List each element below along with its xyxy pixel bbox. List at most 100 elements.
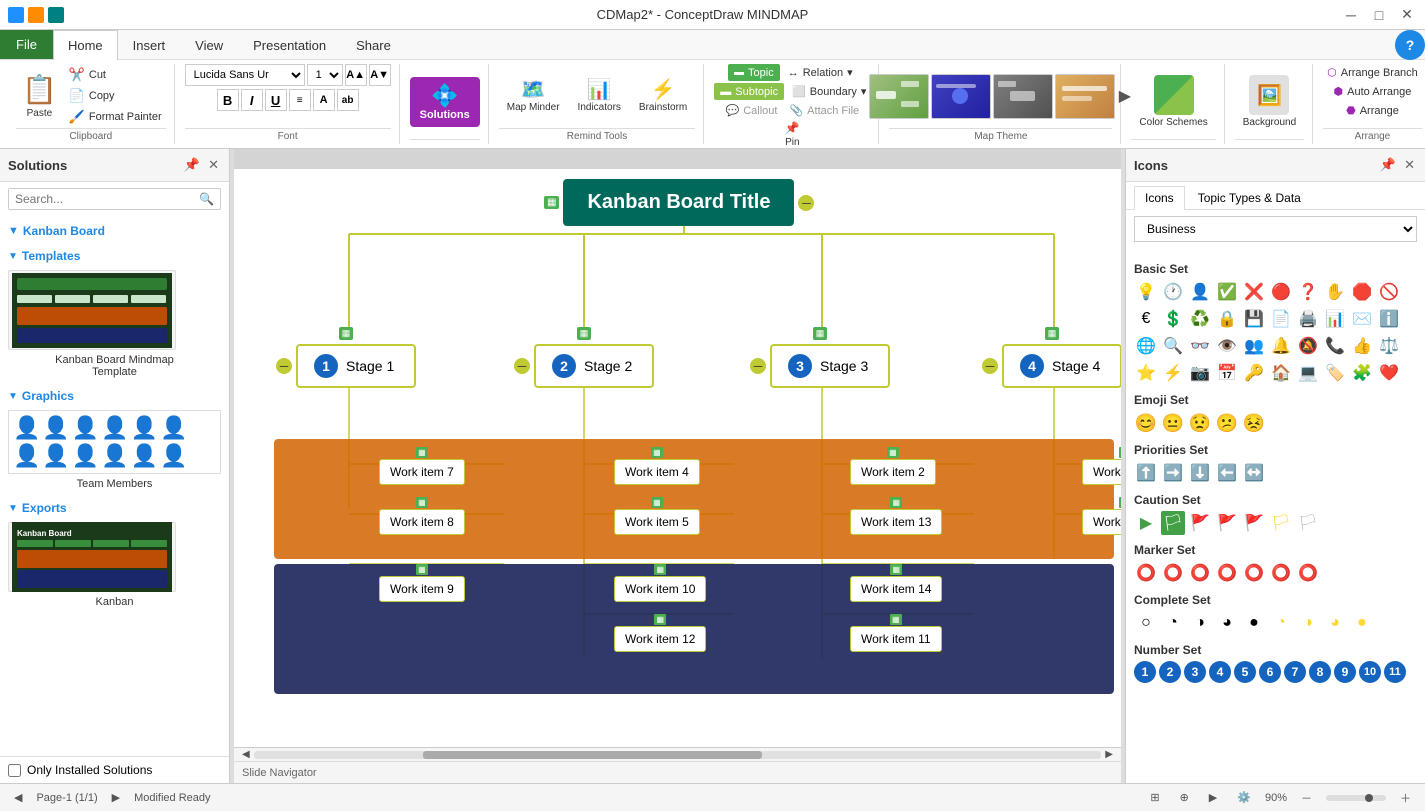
theme-thumb-4[interactable] bbox=[1055, 74, 1115, 119]
panel-pin-icon[interactable]: 📌 bbox=[182, 155, 202, 175]
icon-save[interactable]: 💾 bbox=[1242, 307, 1266, 331]
work-item-2-node[interactable]: ▦ Work item 2 bbox=[850, 447, 936, 485]
icon-clock[interactable]: 🕐 bbox=[1161, 280, 1185, 304]
icon-lock[interactable]: 🔒 bbox=[1215, 307, 1239, 331]
complete-0[interactable]: ○ bbox=[1134, 611, 1158, 635]
icon-bulb[interactable]: 💡 bbox=[1134, 280, 1158, 304]
minimize-button[interactable]: ─ bbox=[1341, 5, 1361, 25]
topic-button[interactable]: ▬ Topic bbox=[728, 64, 780, 81]
brainstorm-button[interactable]: ⚡ Brainstorm bbox=[631, 74, 695, 119]
network-button[interactable]: ⊕ bbox=[1174, 789, 1195, 806]
graphic-orange[interactable]: 👤 bbox=[42, 415, 69, 441]
kanban-board-section-header[interactable]: ▼ Kanban Board bbox=[0, 220, 229, 242]
emoji-happy[interactable]: 😊 bbox=[1134, 411, 1158, 435]
caution-1[interactable]: ▶ bbox=[1134, 511, 1158, 535]
icon-x[interactable]: ❌ bbox=[1242, 280, 1266, 304]
num-8[interactable]: 8 bbox=[1309, 661, 1331, 683]
graphic-gray[interactable]: 👤 bbox=[160, 443, 187, 469]
priority-up[interactable]: ⬆️ bbox=[1134, 461, 1158, 485]
font-size-select[interactable]: 14 bbox=[307, 64, 343, 86]
work-item-1-node[interactable]: ▦ Work item 1 bbox=[1082, 447, 1121, 485]
stage-3-node[interactable]: ▦ ─ 3 Stage 3 bbox=[750, 327, 890, 388]
play-button[interactable]: ▶ bbox=[1203, 789, 1223, 806]
next-page-button[interactable]: ▶ bbox=[106, 789, 126, 806]
icon-chart[interactable]: 📊 bbox=[1323, 307, 1347, 331]
work-item-14-node[interactable]: ▦ Work item 14 bbox=[850, 564, 942, 602]
tab-view[interactable]: View bbox=[180, 30, 238, 59]
tab-home[interactable]: Home bbox=[53, 30, 118, 60]
arrange-button[interactable]: ⬣ Arrange bbox=[1342, 102, 1403, 119]
graphic-pink[interactable]: 👤 bbox=[131, 443, 158, 469]
cut-button[interactable]: ✂️ Cut bbox=[65, 65, 166, 85]
caution-5[interactable]: 🚩 bbox=[1242, 511, 1266, 535]
zoom-slider-track[interactable] bbox=[1326, 795, 1386, 801]
complete-1[interactable]: ◔ bbox=[1161, 611, 1185, 635]
main-title-node[interactable]: ▦ Kanban Board Title ─ bbox=[544, 179, 814, 226]
background-button[interactable]: 🖼️ Background bbox=[1235, 69, 1304, 134]
kanban-export-thumb[interactable]: Kanban Board bbox=[8, 522, 176, 592]
num-7[interactable]: 7 bbox=[1284, 661, 1306, 683]
icon-info[interactable]: ℹ️ bbox=[1377, 307, 1401, 331]
icon-phone[interactable]: 📞 bbox=[1323, 334, 1347, 358]
close-button[interactable]: ✕ bbox=[1397, 5, 1417, 25]
graphic-deep-purple[interactable]: 👤 bbox=[72, 443, 99, 469]
tab-share[interactable]: Share bbox=[341, 30, 406, 59]
main-expand-button[interactable]: ─ bbox=[798, 195, 814, 211]
caution-2[interactable]: 🏳 bbox=[1161, 511, 1185, 535]
complete-4[interactable]: ● bbox=[1242, 611, 1266, 635]
icon-home[interactable]: 🏠 bbox=[1269, 361, 1293, 385]
icon-euro[interactable]: € bbox=[1134, 307, 1158, 331]
italic-button[interactable]: I bbox=[241, 89, 263, 111]
icon-computer[interactable]: 💻 bbox=[1296, 361, 1320, 385]
marker-1[interactable]: ⭕ bbox=[1134, 561, 1158, 585]
icon-glasses[interactable]: 👓 bbox=[1188, 334, 1212, 358]
icon-puzzle[interactable]: 🧩 bbox=[1350, 361, 1374, 385]
scroll-track-h[interactable] bbox=[254, 751, 1102, 759]
icon-no[interactable]: 🚫 bbox=[1377, 280, 1401, 304]
color-schemes-button[interactable]: Color Schemes bbox=[1131, 69, 1215, 134]
num-10[interactable]: 10 bbox=[1359, 661, 1381, 683]
tab-topic-types-data[interactable]: Topic Types & Data bbox=[1187, 186, 1312, 209]
indicators-button[interactable]: 📊 Indicators bbox=[570, 74, 629, 119]
help-button[interactable]: ? bbox=[1395, 30, 1425, 60]
icon-star[interactable]: ⭐ bbox=[1134, 361, 1158, 385]
marker-4[interactable]: ⭕ bbox=[1215, 561, 1239, 585]
num-11[interactable]: 11 bbox=[1384, 661, 1406, 683]
relation-button[interactable]: ↔ Relation▾ bbox=[784, 64, 857, 81]
prev-page-button[interactable]: ◀ bbox=[8, 789, 28, 806]
font-decrease-button[interactable]: A▼ bbox=[369, 64, 391, 86]
font-family-select[interactable]: Lucida Sans Ur bbox=[185, 64, 305, 86]
icon-key[interactable]: 🔑 bbox=[1242, 361, 1266, 385]
canvas-scroll[interactable]: Category 2 ▦ Kanban Board Title ─ ▦ ─ bbox=[234, 149, 1121, 747]
work-item-3-node[interactable]: ▦ Work item 3 bbox=[1082, 497, 1121, 535]
paste-button[interactable]: 📋 Paste bbox=[16, 67, 63, 125]
work-item-9-node[interactable]: ▦ Work item 9 bbox=[379, 564, 465, 602]
complete-8[interactable]: ● bbox=[1350, 611, 1374, 635]
work-item-8-node[interactable]: ▦ Work item 8 bbox=[379, 497, 465, 535]
emoji-neutral[interactable]: 😐 bbox=[1161, 411, 1185, 435]
attach-file-button[interactable]: 📎 Attach File bbox=[785, 102, 863, 119]
icon-camera[interactable]: 📷 bbox=[1188, 361, 1212, 385]
graphic-green[interactable]: 👤 bbox=[101, 415, 128, 441]
icon-person[interactable]: 👤 bbox=[1188, 280, 1212, 304]
stage-4-collapse[interactable]: ─ bbox=[982, 358, 998, 374]
icon-tag[interactable]: 🏷️ bbox=[1323, 361, 1347, 385]
caution-3[interactable]: 🚩 bbox=[1188, 511, 1212, 535]
graphic-cyan[interactable]: 👤 bbox=[42, 443, 69, 469]
icons-panel-pin[interactable]: 📌 bbox=[1378, 155, 1398, 175]
marker-3[interactable]: ⭕ bbox=[1188, 561, 1212, 585]
icon-thumb-up[interactable]: 👍 bbox=[1350, 334, 1374, 358]
pin-button[interactable]: 📌 Pin bbox=[772, 119, 812, 150]
boundary-button[interactable]: ⬜ Boundary▾ bbox=[788, 83, 870, 100]
graphics-subsection-header[interactable]: ▼ Graphics bbox=[8, 386, 221, 406]
stage-1-collapse[interactable]: ─ bbox=[276, 358, 292, 374]
work-item-13-node[interactable]: ▦ Work item 13 bbox=[850, 497, 942, 535]
complete-7[interactable]: ◕ bbox=[1323, 611, 1347, 635]
num-1[interactable]: 1 bbox=[1134, 661, 1156, 683]
num-2[interactable]: 2 bbox=[1159, 661, 1181, 683]
emoji-confused[interactable]: 😕 bbox=[1215, 411, 1239, 435]
complete-2[interactable]: ◑ bbox=[1188, 611, 1212, 635]
align-button[interactable]: ≡ bbox=[289, 89, 311, 111]
theme-thumb-1[interactable] bbox=[869, 74, 929, 119]
graphic-blue[interactable]: 👤 bbox=[131, 415, 158, 441]
